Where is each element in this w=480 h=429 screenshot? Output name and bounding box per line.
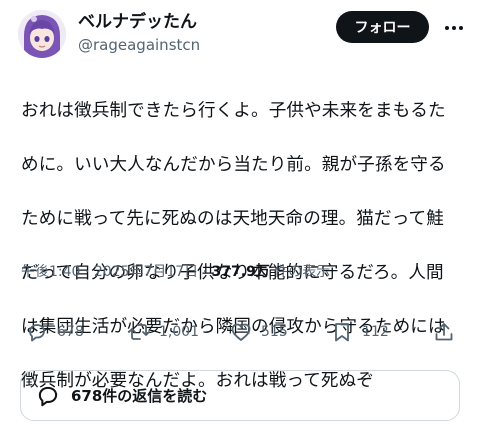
read-replies-button[interactable]: 678件の返信を読む — [20, 370, 460, 421]
post-date[interactable]: 2025年7月17日 — [94, 264, 198, 280]
share-icon — [435, 323, 453, 341]
more-options-icon[interactable] — [442, 16, 466, 40]
post-meta: 午後1:40 · 2025年7月17日 · 377.9万 件の表示 — [21, 263, 330, 281]
views-label: 件の表示 — [274, 264, 331, 280]
bookmark-button[interactable]: 112 — [330, 316, 389, 348]
repost-icon — [128, 324, 150, 340]
meta-separator: · — [84, 264, 90, 280]
user-handle[interactable]: @rageagainstcn — [78, 36, 200, 54]
bookmark-count: 112 — [362, 324, 389, 340]
avatar[interactable] — [18, 10, 66, 58]
display-name[interactable]: ベルナデッたん — [78, 12, 197, 32]
views-count[interactable]: 377.9万 — [212, 264, 270, 280]
post-header: ベルナデッたん @rageagainstcn フォロー — [0, 0, 480, 68]
meta-separator: · — [202, 264, 208, 280]
repost-button[interactable]: 1,001 — [127, 316, 199, 348]
post-time[interactable]: 午後1:40 — [21, 264, 80, 280]
reply-icon — [29, 324, 45, 342]
reply-button[interactable]: 678 — [25, 316, 84, 348]
repost-count: 1,001 — [159, 324, 200, 340]
bookmark-icon — [335, 323, 349, 342]
post-text-line: おれは徴兵制できたら行くよ。子供や未来をまもるた — [21, 101, 446, 121]
share-button[interactable] — [432, 316, 456, 348]
read-replies-label: 678件の返信を読む — [71, 387, 208, 405]
action-bar: 678 1,001 515 112 — [0, 316, 480, 348]
post-text-line: ために戦って先に死ぬのは天地天命の理。猫だって鮭 — [21, 209, 444, 229]
speech-bubble-icon — [38, 386, 58, 406]
like-button[interactable]: 515 — [229, 316, 288, 348]
follow-button[interactable]: フォロー — [336, 11, 429, 43]
like-count: 515 — [261, 324, 288, 340]
heart-icon — [231, 323, 251, 341]
reply-count: 678 — [57, 324, 84, 340]
post-text-line: めに。いい大人なんだから当たり前。親が子孫を守る — [21, 155, 446, 175]
